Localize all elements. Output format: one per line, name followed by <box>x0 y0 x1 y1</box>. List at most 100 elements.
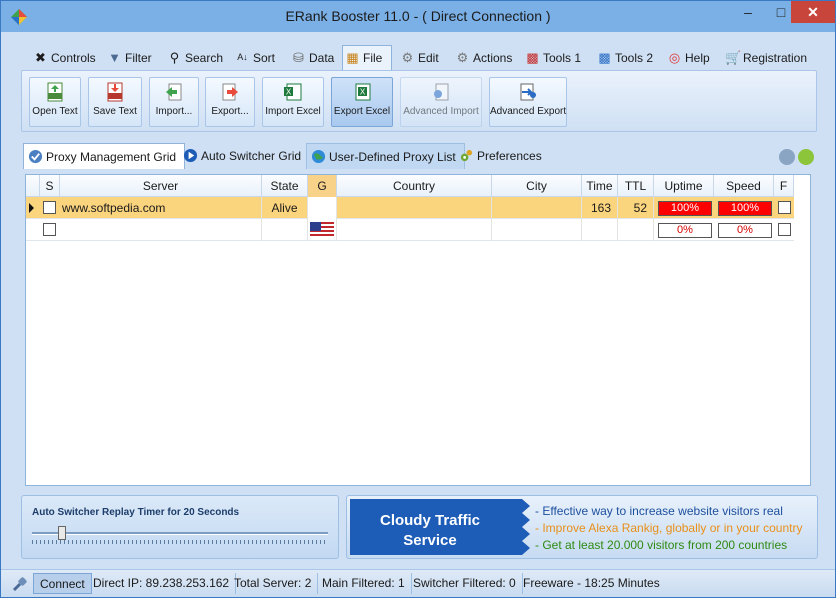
country-cell <box>337 219 492 241</box>
city-cell <box>492 219 582 241</box>
sort-az-icon: A↓ <box>237 52 248 62</box>
open-text-button[interactable]: Open Text <box>29 77 81 127</box>
ad-banner[interactable]: Cloudy Traffic Service <box>350 499 530 555</box>
column-header[interactable]: Speed <box>714 175 774 197</box>
menu-actions[interactable]: ⚙ Actions <box>453 46 513 70</box>
column-header[interactable]: Time <box>582 175 618 197</box>
globe-icon <box>311 149 326 164</box>
ad-line-3: - Get at least 20.000 visitors from 200 … <box>535 538 788 552</box>
menu-label: Registration <box>743 51 808 65</box>
advanced-import-button[interactable]: Advanced Import <box>400 77 482 127</box>
tab-label: Proxy Management Grid <box>46 150 177 164</box>
tab-proxy-management-grid[interactable]: Proxy Management Grid <box>23 143 186 169</box>
main-filtered-status: Main Filtered: 1 <box>316 573 412 594</box>
menu-tools-1[interactable]: ▩ Tools 1 <box>523 46 581 70</box>
toolbox-blue-icon: ▩ <box>598 50 611 65</box>
connect-button[interactable]: Connect <box>33 573 92 594</box>
timer-slider-track[interactable] <box>32 532 328 535</box>
export-icon <box>222 83 238 101</box>
column-header[interactable]: S <box>40 175 60 197</box>
menu-label: Edit <box>418 51 439 65</box>
excel-import-icon: X <box>284 83 302 101</box>
column-header[interactable]: F <box>774 175 794 197</box>
menu-label: File <box>363 51 383 65</box>
import-excel-button[interactable]: X Import Excel <box>262 77 324 127</box>
minimize-button[interactable]: – <box>731 1 765 23</box>
f-checkbox[interactable] <box>778 223 791 236</box>
column-header[interactable]: Country <box>337 175 492 197</box>
select-checkbox[interactable] <box>43 223 56 236</box>
table-row[interactable]: 0% 0% <box>26 219 794 241</box>
table-row[interactable]: www.softpedia.com Alive 163 52 100% 100% <box>26 197 794 219</box>
uptime-bar: 0% <box>658 223 712 238</box>
ttl-cell <box>618 219 654 241</box>
proxy-grid: S Server State G Country City Time TTL U… <box>25 174 811 486</box>
column-header[interactable]: Server <box>60 175 262 197</box>
row-indicator-header <box>26 175 40 197</box>
menu-search[interactable]: ⚲ Search <box>165 46 223 70</box>
play-icon <box>183 148 198 163</box>
back-arrow-icon[interactable] <box>779 149 795 165</box>
cart-icon: 🛒 <box>725 50 742 65</box>
plug-icon <box>12 577 27 592</box>
import-button[interactable]: Import... <box>149 77 199 127</box>
timer-label: Auto Switcher Replay Timer for 20 Second… <box>32 507 240 518</box>
speed-bar: 0% <box>718 223 772 238</box>
column-header[interactable]: G <box>308 175 337 197</box>
column-header[interactable]: State <box>262 175 308 197</box>
tab-auto-switcher-grid[interactable]: Auto Switcher Grid <box>179 143 309 169</box>
menu-label: Tools 1 <box>543 51 582 65</box>
menu-label: Actions <box>473 51 513 65</box>
advanced-export-icon <box>520 83 536 101</box>
file-ribbon: Open Text Save Text Import... Export... … <box>21 70 817 132</box>
menu-data[interactable]: ⛁ Data <box>289 46 334 70</box>
menu-bar: ✖ Controls ▼ Filter ⚲ Search A↓ Sort ⛁ D… <box>21 45 821 71</box>
menu-help[interactable]: ◎ Help <box>665 46 710 70</box>
cloudy-traffic-ad[interactable]: Cloudy Traffic Service - Effective way t… <box>346 495 818 559</box>
tab-label: Preferences <box>477 149 542 163</box>
tab-bar: Proxy Management Grid Auto Switcher Grid… <box>21 143 817 169</box>
state-cell <box>262 219 308 241</box>
country-cell <box>337 197 492 219</box>
select-checkbox[interactable] <box>43 201 56 214</box>
column-header[interactable]: Uptime <box>654 175 714 197</box>
save-text-button[interactable]: Save Text <box>88 77 142 127</box>
excel-export-icon: X <box>355 83 371 101</box>
tab-user-defined-proxy-list[interactable]: User-Defined Proxy List <box>306 143 465 169</box>
status-bar: Connect Direct IP: 89.238.253.162 Total … <box>1 569 835 597</box>
freeware-status: Freeware - 18:25 Minutes <box>523 576 660 590</box>
menu-label: Search <box>185 51 224 65</box>
gear-icon: ⚙ <box>456 50 469 65</box>
menu-registration[interactable]: 🛒 Registration <box>723 46 807 70</box>
menu-edit[interactable]: ⚙ Edit <box>398 46 439 70</box>
menu-tools-2[interactable]: ▩ Tools 2 <box>595 46 653 70</box>
f-checkbox[interactable] <box>778 201 791 214</box>
menu-file[interactable]: ▦ File <box>342 45 392 71</box>
total-server-status: Total Server: 2 <box>228 573 319 594</box>
close-button[interactable]: ✕ <box>791 1 835 23</box>
advanced-export-button[interactable]: Advanced Export <box>489 77 567 127</box>
menu-sort[interactable]: A↓ Sort <box>233 46 275 70</box>
svg-text:X: X <box>360 88 366 97</box>
server-cell <box>60 219 262 241</box>
gear-icon: ⚙ <box>401 50 414 65</box>
tools-icon: ✖ <box>35 50 46 65</box>
column-header[interactable]: TTL <box>618 175 654 197</box>
column-header[interactable]: City <box>492 175 582 197</box>
txt-save-icon <box>107 82 123 102</box>
menu-controls[interactable]: ✖ Controls <box>31 46 96 70</box>
ad-title: Cloudy Traffic Service <box>379 512 480 549</box>
export-button[interactable]: Export... <box>205 77 255 127</box>
app-window: ERank Booster 11.0 - ( Direct Connection… <box>0 0 836 598</box>
flag-cell <box>308 219 337 241</box>
magnifier-icon: ⚲ <box>169 50 180 65</box>
title-bar[interactable]: ERank Booster 11.0 - ( Direct Connection… <box>1 1 835 32</box>
forward-arrow-icon[interactable] <box>798 149 814 165</box>
city-cell <box>492 197 582 219</box>
database-icon: ⛁ <box>293 50 304 65</box>
export-excel-button[interactable]: X Export Excel <box>331 77 393 127</box>
timer-slider-thumb[interactable] <box>57 526 66 540</box>
tab-preferences[interactable]: Preferences <box>455 143 550 169</box>
menu-filter[interactable]: ▼ Filter <box>105 46 152 70</box>
ad-line-1: - Effective way to increase website visi… <box>535 504 783 518</box>
